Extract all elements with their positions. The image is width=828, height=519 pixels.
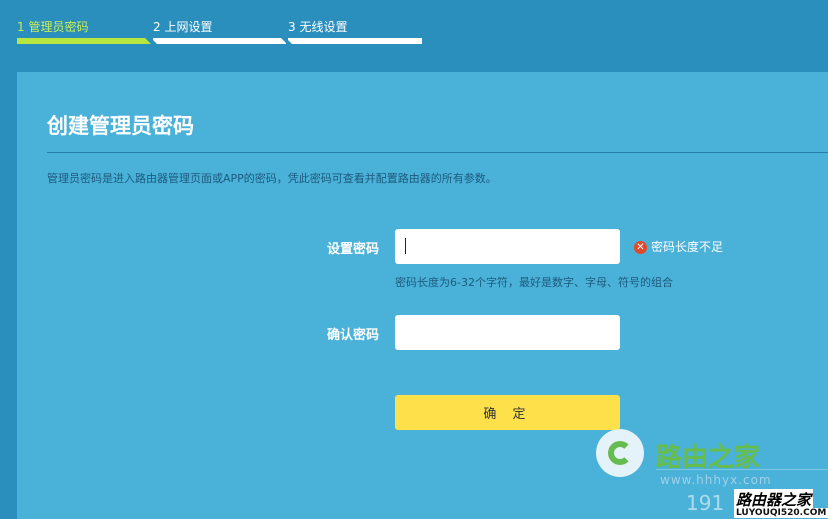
confirm-password-input[interactable] (395, 315, 620, 350)
step-bar (17, 38, 151, 44)
text-caret (405, 238, 406, 254)
step-admin-password: 1 管理员密码 (17, 16, 151, 44)
step-internet-settings: 2 上网设置 (151, 16, 287, 44)
password-error: ✕ 密码长度不足 (634, 238, 723, 254)
watermark-url: LUYOUQI520.COM (734, 508, 828, 518)
password-hint: 密码长度为6-32个字符，最好是数字、字母、符号的组合 (395, 276, 673, 289)
step-label: 3 无线设置 (288, 20, 348, 34)
watermark-logo-icon (596, 429, 644, 477)
step-wireless-settings: 3 无线设置 (286, 16, 422, 44)
watermark-brand: 路由器之家 (734, 489, 814, 510)
step-bar (288, 38, 422, 44)
step-progress: 1 管理员密码 2 上网设置 3 无线设置 (17, 16, 422, 44)
watermark: 路由之家 www.hhhyx.com 191 路由器之家 LUYOUQI520.… (568, 429, 828, 519)
watermark-site: www.hhhyx.com (660, 473, 772, 487)
divider (47, 152, 828, 153)
step-label: 2 上网设置 (153, 20, 213, 34)
confirm-label: 确认密码 (326, 328, 379, 343)
watermark-num: 191 (686, 491, 725, 515)
error-icon: ✕ (634, 241, 647, 254)
step-bar (153, 38, 287, 44)
password-input[interactable] (395, 229, 620, 264)
step-label: 1 管理员密码 (17, 20, 89, 34)
confirm-button[interactable]: 确 定 (395, 395, 620, 430)
page-description: 管理员密码是进入路由器管理页面或APP的密码，凭此密码可查看并配置路由器的所有参… (47, 172, 497, 185)
page-title: 创建管理员密码 (47, 114, 194, 138)
error-text: 密码长度不足 (651, 240, 724, 254)
password-label: 设置密码 (326, 242, 379, 257)
